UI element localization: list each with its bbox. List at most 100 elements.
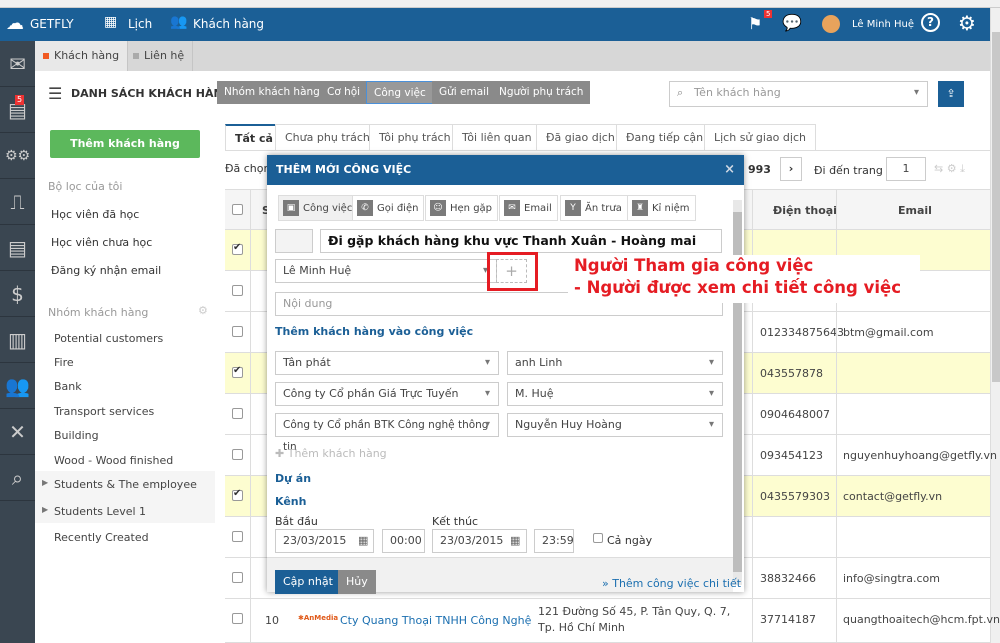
user-name[interactable]: Lê Minh Huệ xyxy=(852,19,914,30)
groups-gear-icon[interactable]: ⚙ xyxy=(198,304,208,317)
calendar-icon: ▦ xyxy=(104,14,118,30)
next-page-button[interactable]: › xyxy=(780,157,802,181)
expand-icon[interactable]: ▶ xyxy=(42,505,48,514)
type-lunch[interactable]: Y Ăn trưa xyxy=(560,195,628,221)
close-icon[interactable]: × xyxy=(724,155,735,185)
tab-related[interactable]: Tôi liên quan xyxy=(452,124,542,150)
task-icon[interactable]: ▤ 5 xyxy=(0,87,35,133)
group-item[interactable]: Building xyxy=(54,429,99,442)
subtab-customers[interactable]: Khách hàng xyxy=(35,41,129,71)
group-item[interactable]: Wood - Wood finished xyxy=(54,454,173,467)
calendar-icon[interactable]: ▦ xyxy=(510,534,520,547)
customer-contact-select[interactable]: Nguyễn Huy Hoàng xyxy=(507,413,723,437)
toolbar-icons[interactable]: ⇆ ⚙ ⤓ xyxy=(934,162,965,176)
news-icon[interactable]: ▤ xyxy=(0,225,35,271)
group-item[interactable]: Potential customers xyxy=(54,332,163,345)
help-icon[interactable]: ? xyxy=(921,13,940,32)
row-checkbox[interactable] xyxy=(232,449,243,460)
send-email-button[interactable]: Gửi email xyxy=(432,81,497,104)
customer-company-select[interactable]: Công ty Cổ phần BTK Công nghệ thông tin xyxy=(275,413,499,453)
filter-item[interactable]: Đăng ký nhận email xyxy=(51,264,161,277)
row-checkbox[interactable] xyxy=(232,408,243,419)
graph-icon[interactable]: ✕ xyxy=(0,409,35,455)
users-icon[interactable]: 👥 xyxy=(0,363,35,409)
add-customer-button[interactable]: Thêm khách hàng xyxy=(50,130,200,158)
customer-company-select[interactable]: Công ty Cổ phần Giá Trực Tuyến xyxy=(275,382,499,406)
group-item[interactable]: Recently Created xyxy=(54,531,149,544)
all-day-checkbox[interactable] xyxy=(593,533,603,543)
row-checkbox[interactable] xyxy=(232,531,243,542)
network-icon[interactable]: ⚙⚙ xyxy=(0,133,35,179)
search-icon[interactable]: ⌕ xyxy=(0,455,35,501)
filter-item[interactable]: Học viên chưa học xyxy=(51,236,152,249)
tab-approaching[interactable]: Đang tiếp cận xyxy=(616,124,714,150)
flag-icon[interactable]: ⚑ xyxy=(748,14,762,33)
group-item[interactable]: Students Level 1 xyxy=(54,505,146,518)
menu-icon[interactable]: ☰ xyxy=(48,84,62,103)
avatar[interactable] xyxy=(822,15,840,33)
tab-transacted[interactable]: Đã giao dịch xyxy=(536,124,625,150)
channel-label[interactable]: Kênh xyxy=(275,495,306,508)
project-label[interactable]: Dự án xyxy=(275,472,311,485)
add-customer-link[interactable]: ✚ Thêm khách hàng xyxy=(275,447,387,460)
assignee-select[interactable]: Lê Minh Huệ xyxy=(275,259,497,283)
row-phone: 012334875643 xyxy=(760,326,844,339)
nav-customers[interactable]: Khách hàng xyxy=(193,17,264,31)
group-item[interactable]: Fire xyxy=(54,356,74,369)
presentation-icon[interactable]: ⎍ xyxy=(0,179,35,225)
start-time-input[interactable]: 00:00 xyxy=(382,529,425,553)
tab-unassigned[interactable]: Chưa phụ trách xyxy=(275,124,380,150)
money-bag-icon[interactable]: $ xyxy=(0,271,35,317)
assignee-button[interactable]: Người phụ trách xyxy=(492,81,591,104)
mail-icon[interactable]: ✉ xyxy=(0,41,35,87)
task-name-input[interactable]: Đi gặp khách hàng khu vực Thanh Xuân - H… xyxy=(320,229,722,253)
filter-item[interactable]: Học viên đã học xyxy=(51,208,139,221)
customer-company-select[interactable]: Tân phát xyxy=(275,351,499,375)
row-checkbox[interactable] xyxy=(232,285,243,296)
tab-history[interactable]: Lịch sử giao dịch xyxy=(704,124,816,150)
row-email: btm@gmail.com xyxy=(843,326,934,339)
subtab-contacts[interactable]: Liên hệ xyxy=(125,41,194,71)
type-call[interactable]: ✆ Gọi điện xyxy=(352,195,425,221)
cancel-button[interactable]: Hủy xyxy=(338,570,376,594)
nav-calendar[interactable]: Lịch xyxy=(128,17,152,31)
library-icon[interactable]: ▥ xyxy=(0,317,35,363)
group-item[interactable]: Students & The employee xyxy=(54,478,197,491)
select-all-checkbox[interactable] xyxy=(232,204,243,215)
modal-title: THÊM MỚI CÔNG VIỆC xyxy=(276,163,412,176)
cloud-logo-icon: ☁ xyxy=(6,13,24,34)
group-button[interactable]: Nhóm khách hàng xyxy=(217,81,327,104)
type-meeting[interactable]: ☺ Hẹn gặp xyxy=(425,195,499,221)
group-item[interactable]: Bank xyxy=(54,380,82,393)
calendar-icon[interactable]: ▦ xyxy=(358,534,368,547)
end-time-input[interactable]: 23:59 xyxy=(534,529,574,553)
save-button[interactable]: Cập nhật xyxy=(275,570,341,594)
expand-icon[interactable]: ▶ xyxy=(42,478,48,487)
task-color-picker[interactable] xyxy=(275,229,313,253)
opportunity-button[interactable]: Cơ hội xyxy=(320,81,368,104)
gear-icon[interactable]: ⚙ xyxy=(958,11,976,35)
detail-task-link[interactable]: » Thêm công việc chi tiết xyxy=(602,577,741,590)
subtab-label: Khách hàng xyxy=(54,49,120,62)
customer-contact-select[interactable]: anh Linh xyxy=(507,351,723,375)
group-item[interactable]: Transport services xyxy=(54,405,154,418)
row-checkbox[interactable] xyxy=(232,365,243,378)
search-input[interactable]: ⌕ Tên khách hàng xyxy=(669,81,928,107)
row-company-link[interactable]: Cty Quang Thoại TNHH Công Nghệ xyxy=(340,614,531,627)
upload-icon[interactable]: ⇪ xyxy=(938,81,964,107)
row-checkbox[interactable] xyxy=(232,572,243,583)
page-input[interactable]: 1 xyxy=(886,157,926,181)
page-scrollbar[interactable] xyxy=(990,8,1000,643)
chat-icon[interactable]: 💬 xyxy=(782,13,802,32)
type-anniversary[interactable]: ♜ Kỉ niệm xyxy=(627,195,696,221)
type-task[interactable]: ▣ Công việc xyxy=(278,195,359,221)
type-email[interactable]: ✉ Email xyxy=(499,195,558,221)
row-checkbox[interactable] xyxy=(232,326,243,337)
task-button[interactable]: Công việc xyxy=(366,81,434,104)
row-checkbox[interactable] xyxy=(232,242,243,255)
end-label: Kết thúc xyxy=(432,515,479,528)
row-checkbox[interactable] xyxy=(232,613,243,624)
customer-contact-select[interactable]: M. Huệ xyxy=(507,382,723,406)
row-checkbox[interactable] xyxy=(232,488,243,501)
tab-mine[interactable]: Tôi phụ trách xyxy=(369,124,461,150)
